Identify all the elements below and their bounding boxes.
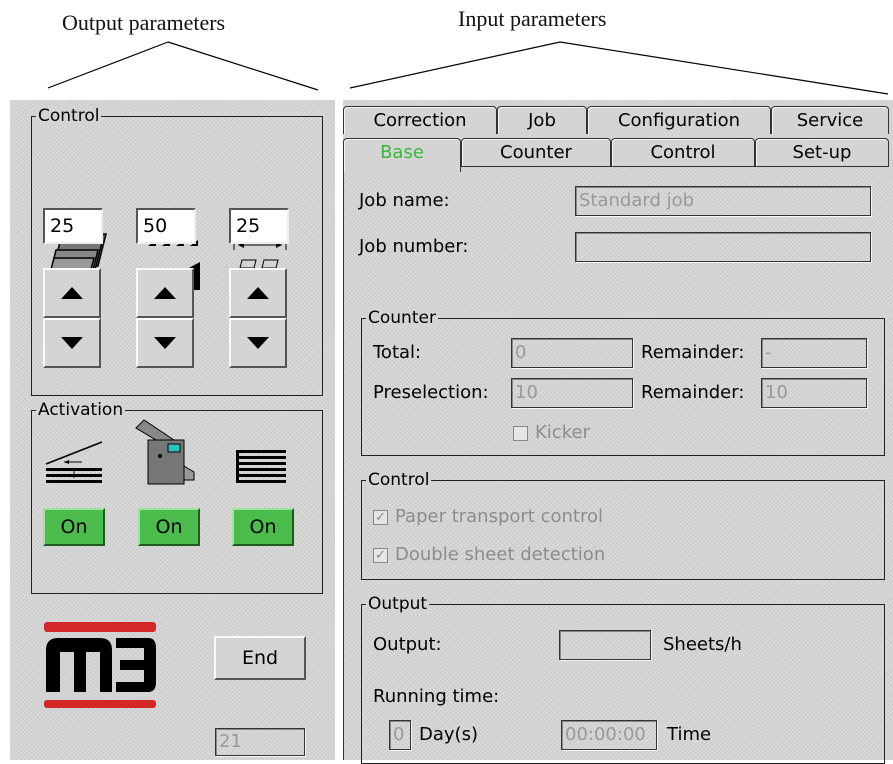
tab-configuration[interactable]: Configuration [587, 106, 771, 134]
output-group-label: Output [366, 594, 430, 614]
tab-service[interactable]: Service [771, 106, 889, 134]
time-field: 00:00:00 [561, 720, 657, 750]
tab-correction[interactable]: Correction [343, 106, 497, 134]
folding-unit-icon [135, 419, 195, 485]
output-parameters-panel: Control 25 50 25 Activation On On On End… [10, 100, 335, 760]
total-field: 0 [511, 338, 633, 368]
kicker-label: Kicker [535, 422, 590, 443]
arrow-up-icon [154, 287, 176, 299]
speed-down-button[interactable] [136, 318, 194, 368]
remainder2-field: 10 [761, 378, 867, 408]
feeder-on-button[interactable]: On [43, 508, 105, 546]
paper-transport-label: Paper transport control [395, 506, 603, 527]
preselection-label: Preselection: [373, 382, 489, 403]
job-name-label: Job name: [359, 190, 450, 211]
spacing-input[interactable]: 25 [229, 208, 289, 244]
arrow-up-icon [247, 287, 269, 299]
end-button[interactable]: End [214, 636, 306, 680]
tab-job[interactable]: Job [497, 106, 587, 134]
job-name-field[interactable]: Standard job [575, 186, 871, 216]
double-sheet-checkbox[interactable]: ✓ [373, 548, 388, 563]
control-group-label: Control [36, 106, 102, 126]
control-group-right-label: Control [366, 470, 432, 490]
speed-up-button[interactable] [136, 268, 194, 318]
counter-group-label: Counter [366, 308, 438, 328]
feeder-table-icon [45, 441, 103, 483]
arrow-down-icon [247, 337, 269, 349]
paper-transport-checkbox[interactable]: ✓ [373, 510, 388, 525]
days-field: 0 [389, 720, 411, 750]
spacing-down-button[interactable] [229, 318, 287, 368]
activation-group-label: Activation [36, 400, 126, 420]
folding-on-button[interactable]: On [138, 508, 200, 546]
paper-count-down-button[interactable] [43, 318, 101, 368]
paper-count-up-button[interactable] [43, 268, 101, 318]
paper-count-input[interactable]: 25 [43, 208, 103, 244]
job-number-field[interactable] [575, 232, 871, 262]
double-sheet-label: Double sheet detection [395, 544, 606, 565]
tab-counter[interactable]: Counter [461, 138, 611, 166]
input-parameters-panel: Correction Job Configuration Service Bas… [343, 100, 893, 764]
output-label: Output: [373, 634, 442, 655]
running-time-label: Running time: [373, 686, 500, 707]
days-label: Day(s) [419, 724, 478, 745]
output-field [559, 630, 651, 660]
total-label: Total: [373, 342, 422, 363]
preselection-field[interactable]: 10 [511, 378, 633, 408]
time-label: Time [667, 724, 712, 745]
delivery-stack-icon [236, 450, 286, 483]
remainder-field: - [761, 338, 867, 368]
remainder-label: Remainder: [641, 342, 745, 363]
spacing-up-button[interactable] [229, 268, 287, 318]
job-number-label: Job number: [359, 236, 469, 257]
counter-display: 21 [215, 728, 305, 756]
m3-logo [44, 622, 156, 708]
delivery-on-button[interactable]: On [232, 508, 294, 546]
arrow-down-icon [154, 337, 176, 349]
speed-input[interactable]: 50 [136, 208, 196, 244]
arrow-down-icon [61, 337, 83, 349]
sheets-unit-label: Sheets/h [663, 634, 742, 655]
tab-content-border [461, 166, 889, 167]
remainder2-label: Remainder: [641, 382, 745, 403]
caption-callout-lines [47, 41, 889, 95]
tab-set-up[interactable]: Set-up [755, 138, 889, 166]
end-button-label: End [241, 647, 279, 669]
tab-control[interactable]: Control [611, 138, 755, 166]
tab-base[interactable]: Base [343, 138, 461, 172]
kicker-checkbox[interactable] [513, 426, 528, 441]
arrow-up-icon [61, 287, 83, 299]
tab-content-left-border [343, 166, 344, 760]
